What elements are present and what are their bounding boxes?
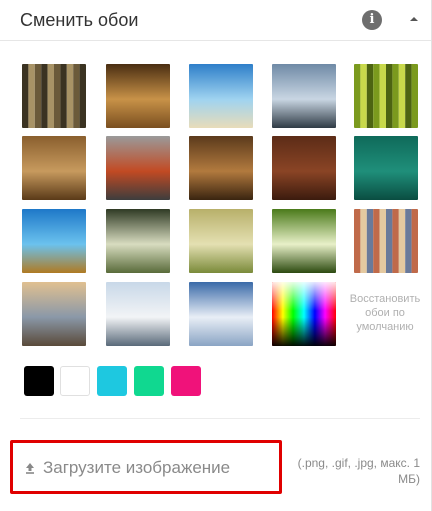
color-swatch-green[interactable] [134, 366, 164, 396]
wallpaper-thumbnail-misty-autumn-forest[interactable] [106, 136, 170, 200]
chevron-up-icon[interactable] [408, 13, 420, 25]
wallpaper-thumbnail-snowy-pines[interactable] [189, 282, 253, 346]
restore-default-wallpaper-button[interactable]: Восстановить обои по умолчанию [350, 282, 420, 344]
wallpaper-panel-header[interactable]: Сменить обои i [0, 0, 432, 41]
wallpaper-thumbnail-green-bamboo[interactable] [354, 64, 418, 128]
upload-label: Загрузите изображение [43, 458, 231, 477]
wallpaper-thumbnail-old-paper[interactable] [22, 136, 86, 200]
wallpaper-thumbnail-underwater-coral[interactable] [22, 209, 86, 273]
upload-image-button[interactable]: Загрузите изображение [10, 440, 282, 494]
color-swatch-pink[interactable] [171, 366, 201, 396]
wallpaper-thumbnail-wooden-perspective[interactable] [106, 64, 170, 128]
wallpaper-thumbnail-leather-upholstery[interactable] [189, 136, 253, 200]
upload-format-hint: (.png, .gif, .jpg, макс. 1 МБ) [297, 456, 420, 486]
color-swatch-white[interactable] [60, 366, 90, 396]
wallpaper-thumbnail-mountain-lake[interactable] [272, 64, 336, 128]
divider [20, 418, 420, 419]
wallpaper-thumbnail-windmill-winter[interactable] [106, 282, 170, 346]
wallpaper-thumbnail-bamboo-forest[interactable] [22, 64, 86, 128]
wallpaper-thumbnail-winter-sunset-trees[interactable] [22, 282, 86, 346]
info-icon[interactable]: i [362, 10, 382, 30]
wallpaper-thumbnail-tropical-beach[interactable] [189, 64, 253, 128]
panel-title: Сменить обои [20, 10, 139, 30]
color-swatch-black[interactable] [24, 366, 54, 396]
wallpaper-thumbnail-dark-wood-planks[interactable] [272, 136, 336, 200]
wallpaper-thumbnail-tree-canopy[interactable] [272, 209, 336, 273]
wallpaper-thumbnail-colorful-stripes[interactable] [354, 209, 418, 273]
color-swatch-cyan[interactable] [97, 366, 127, 396]
wallpaper-thumbnail-sunlit-forest[interactable] [106, 209, 170, 273]
wallpaper-thumbnail-color-spectrum[interactable] [272, 282, 336, 346]
upload-icon [26, 463, 34, 474]
wallpaper-thumbnail-teal-texture[interactable] [354, 136, 418, 200]
wallpaper-thumbnail-wheat-grass[interactable] [189, 209, 253, 273]
